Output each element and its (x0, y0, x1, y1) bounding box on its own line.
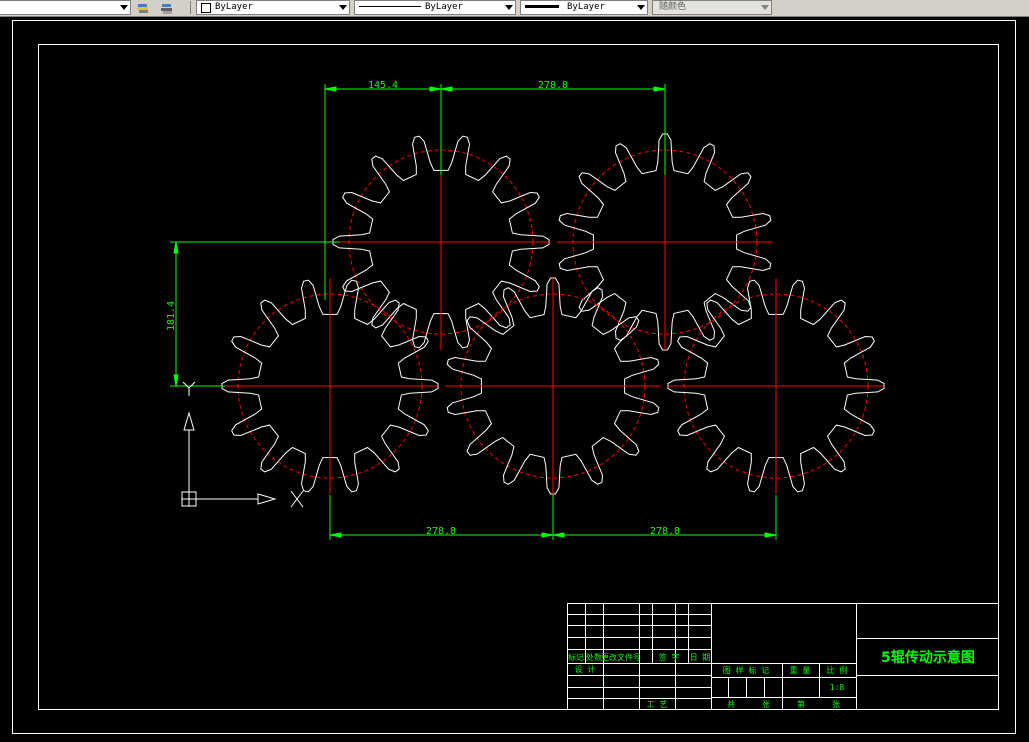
dim-text-181: 181.4 (166, 301, 177, 331)
layer-previous-icon[interactable] (160, 0, 174, 14)
linetype-control[interactable]: ByLayer (354, 0, 516, 15)
rev-header-date: 日 期 (690, 653, 711, 662)
dim-text-145: 145.4 (368, 80, 398, 91)
lineweight-control[interactable]: ByLayer (520, 0, 648, 15)
sheet-inner-border (38, 44, 999, 710)
color-control[interactable]: ByLayer (196, 0, 350, 15)
chevron-down-icon (761, 5, 769, 10)
dimension-top-right (440, 84, 666, 175)
total-label: 共 (727, 700, 735, 709)
row-design: 设 计 (575, 664, 596, 674)
sheet-outer-border (12, 20, 1016, 734)
rev-header-count: 处数 (586, 652, 602, 662)
drawing-canvas[interactable]: 145.4 278.8 181.4 278.8 278.8 标记 处数 更改文件… (0, 17, 1029, 738)
rev-header-sign: 签 字 (659, 652, 680, 662)
row-process: 工 艺 (647, 700, 668, 709)
scale-value: 1:8 (830, 683, 845, 692)
dimension-vertical (170, 241, 340, 387)
title-block-text: 标记 处数 更改文件号 签 字 日 期 设 计 审 核 工 艺 批 准 图 样 … (568, 652, 847, 709)
ucs-icon (181, 381, 304, 508)
chevron-down-icon (637, 5, 645, 10)
chevron-down-icon (339, 5, 347, 10)
color-swatch-icon (201, 3, 211, 13)
plotstyle-control: 随颜色 (652, 0, 772, 15)
dim-text-278-top: 278.8 (538, 80, 568, 91)
chevron-down-icon (505, 5, 513, 10)
row-check: 审 核 (575, 688, 596, 698)
gear-assembly (221, 133, 885, 495)
color-value: ByLayer (215, 2, 253, 12)
toolbar-separator (190, 1, 191, 14)
page-label: 第 (797, 699, 805, 709)
scale-header: 比 例 (827, 665, 848, 675)
dimension-bottom (329, 495, 777, 540)
linetype-preview (359, 6, 421, 7)
dim-text-278-bottom-left: 278.8 (426, 526, 456, 537)
stage-header: 图 样 标 记 (723, 665, 769, 675)
page-sheet-label: 张 (832, 700, 840, 709)
drawing-title: 5辊传动示意图 (881, 649, 975, 666)
sheet-label: 张 (762, 700, 770, 709)
linetype-value: ByLayer (425, 2, 463, 12)
rev-header-mark: 标记 (568, 652, 584, 662)
plotstyle-value: 随颜色 (659, 2, 687, 12)
dim-text-278-bottom-right: 278.8 (650, 526, 680, 537)
layer-state-icon[interactable] (136, 0, 150, 13)
properties-toolbar: ByLayer ByLayer ByLayer 随颜色 (0, 0, 1029, 17)
rev-header-docno: 更改文件号 (601, 652, 641, 662)
layer-dropdown-tail[interactable] (0, 0, 131, 15)
weight-header: 重 量 (790, 665, 811, 675)
lineweight-value: ByLayer (567, 2, 605, 12)
lineweight-preview (525, 5, 559, 8)
dimension-top-left (324, 84, 442, 300)
